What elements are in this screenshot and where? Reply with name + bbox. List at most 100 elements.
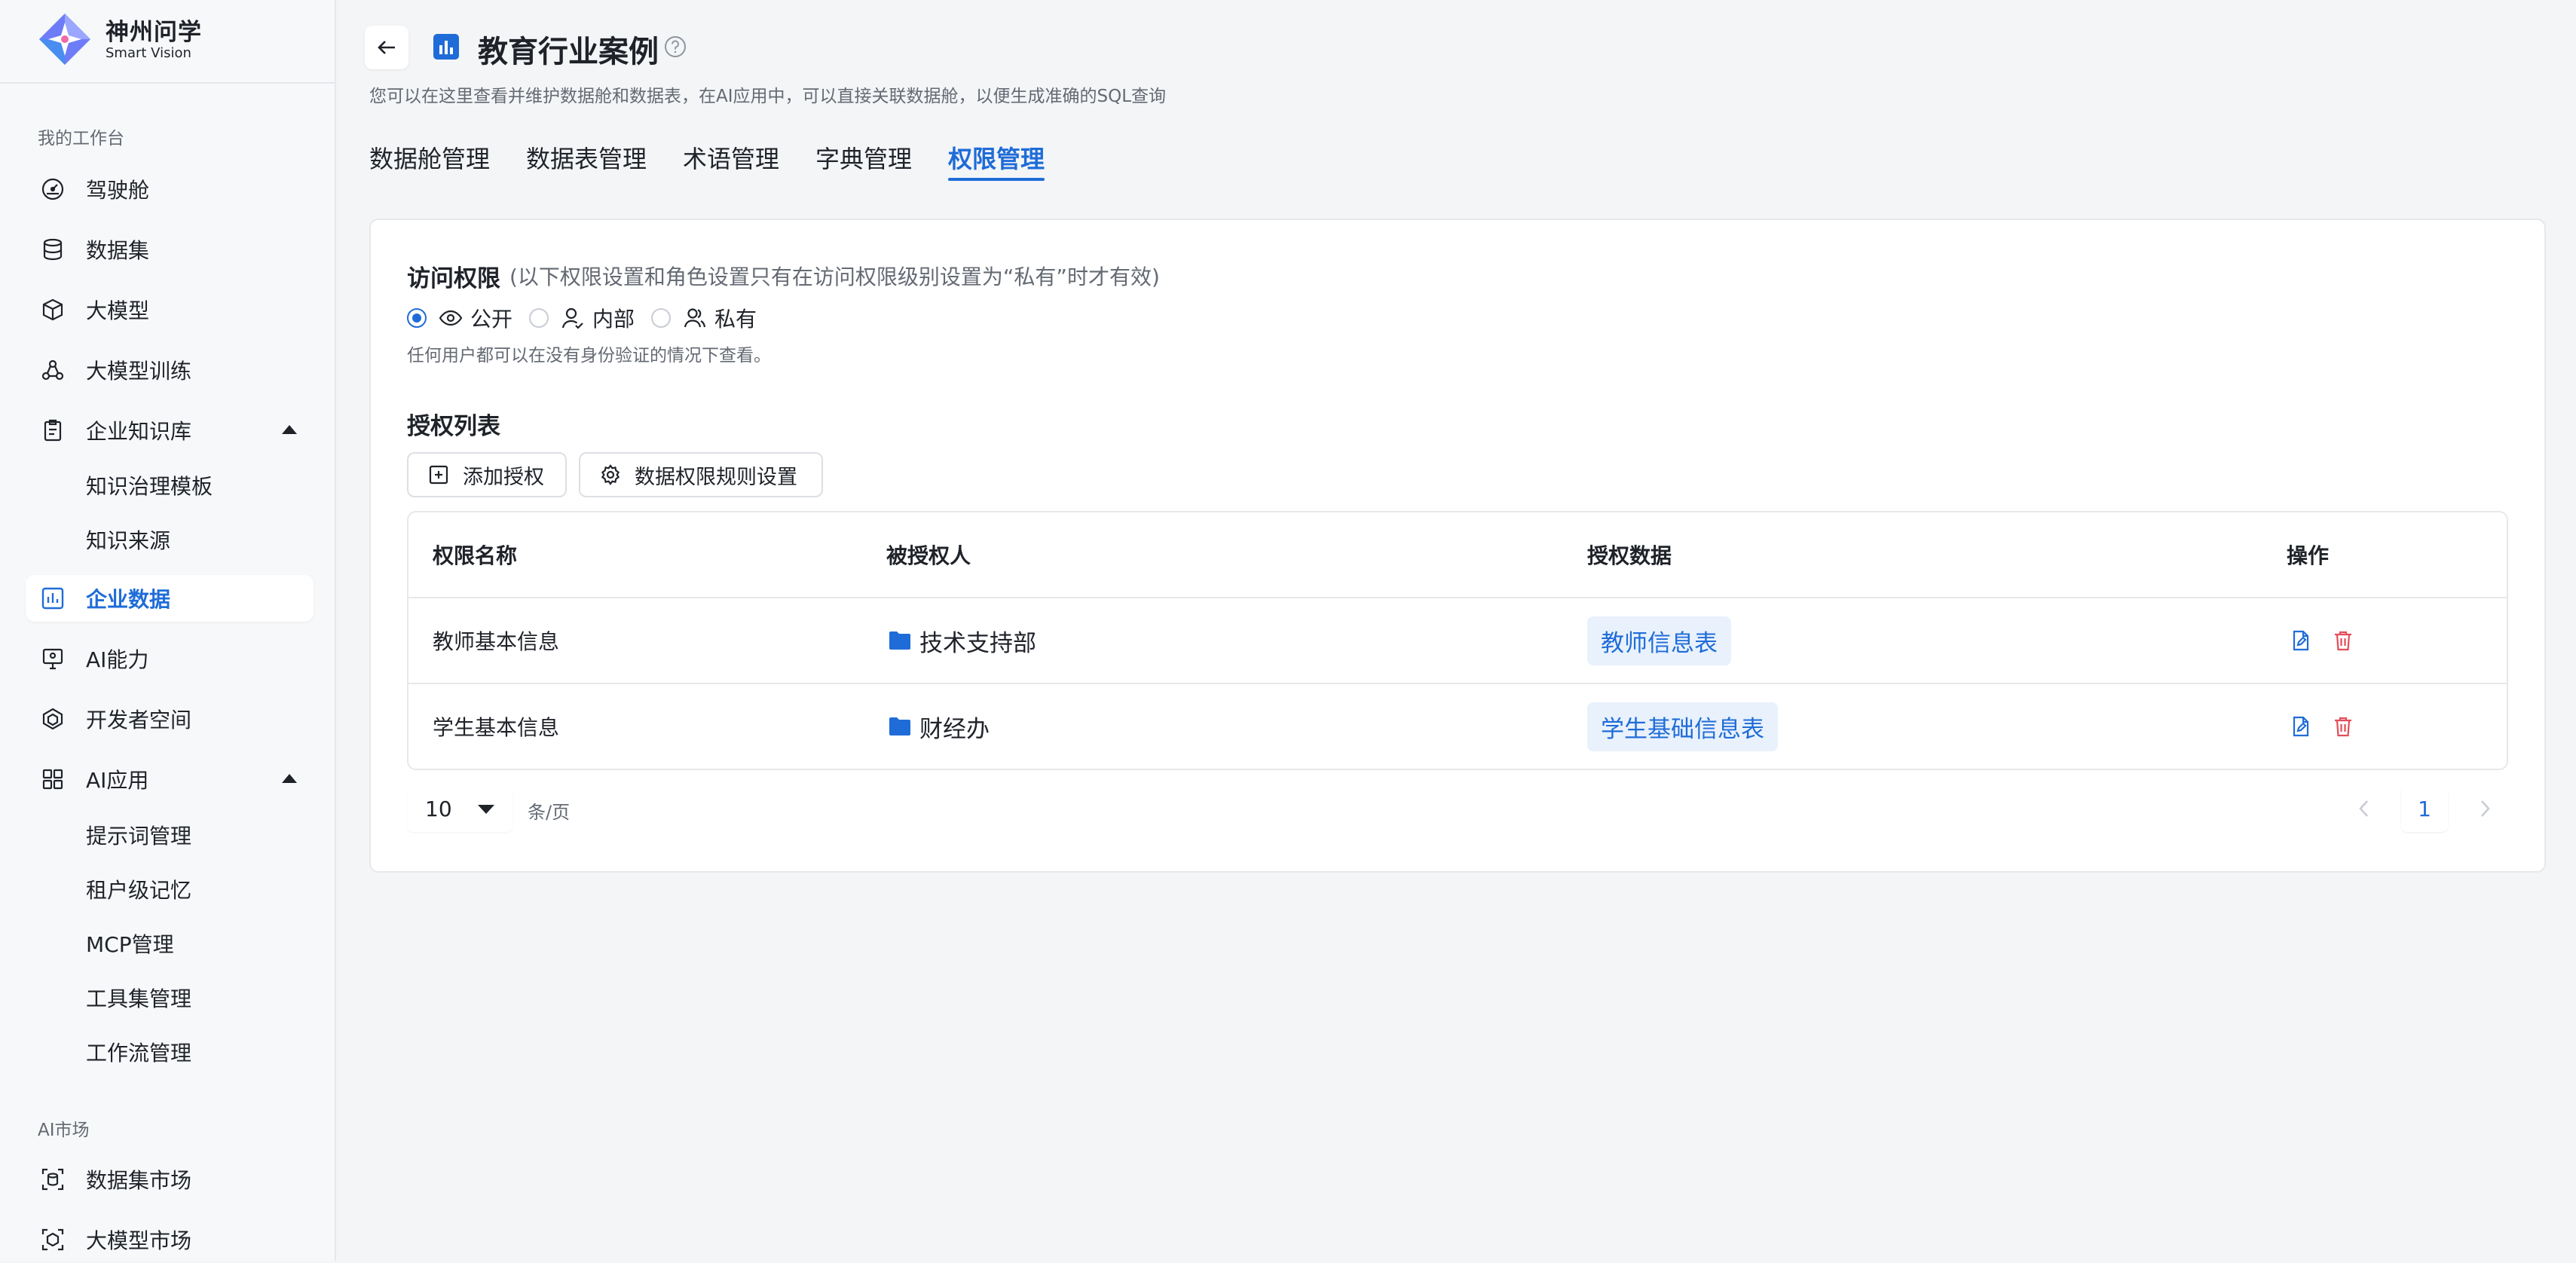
- sidebar-item-label: 大模型市场: [86, 1228, 192, 1253]
- radio-label: 内部: [592, 307, 635, 332]
- radio-button[interactable]: [407, 308, 427, 328]
- table-header-row: 权限名称 被授权人 授权数据 操作: [408, 512, 2507, 598]
- sidebar-item-knowledge-source[interactable]: 知识来源: [86, 524, 170, 555]
- arrow-left-icon: [378, 41, 395, 54]
- table-row: 教师基本信息 技术支持部 教师信息表: [408, 598, 2507, 684]
- active-tab-indicator: [948, 178, 1045, 181]
- training-icon: [41, 358, 65, 382]
- radio-button[interactable]: [529, 308, 549, 328]
- page-size-select[interactable]: 10: [407, 785, 512, 832]
- sidebar-item-model-market[interactable]: 大模型市场: [26, 1216, 314, 1263]
- auth-data-cell: 教师信息表: [1587, 598, 1731, 683]
- sidebar-item-datasets[interactable]: 数据集: [26, 226, 314, 273]
- actions-cell: [2290, 684, 2374, 769]
- button-label: 添加授权: [463, 465, 544, 489]
- add-authorization-button[interactable]: 添加授权: [407, 452, 567, 497]
- auth-data-tag[interactable]: 学生基础信息表: [1587, 702, 1778, 751]
- tab-data-table[interactable]: 数据表管理: [526, 140, 647, 175]
- chevron-left-icon[interactable]: [2353, 796, 2376, 821]
- bar-chart-icon: [433, 33, 460, 60]
- page-subtitle: 您可以在这里查看并维护数据舱和数据表，在AI应用中，可以直接关联数据舱，以便生成…: [369, 87, 1167, 106]
- sidebar-item-tenant-memory[interactable]: 租户级记忆: [86, 874, 191, 904]
- monitor-icon: [41, 647, 65, 671]
- access-hint: 任何用户都可以在没有身份验证的情况下查看。: [407, 346, 771, 365]
- sidebar-item-developer-space[interactable]: 开发者空间: [26, 696, 314, 742]
- gear-icon: [600, 464, 621, 485]
- hexagon-icon: [41, 707, 65, 731]
- radio-button[interactable]: [651, 308, 672, 328]
- sidebar-item-prompt-mgmt[interactable]: 提示词管理: [86, 820, 191, 850]
- sidebar-item-model-training[interactable]: 大模型训练: [26, 347, 314, 393]
- chevron-up-icon[interactable]: [282, 425, 297, 434]
- sidebar: 神州问学 Smart Vision 我的工作台 驾驶舱 数据集 大模型 大模型训…: [0, 0, 336, 1261]
- grantee-name: 财经办: [919, 715, 990, 743]
- permission-name: 教师基本信息: [433, 629, 560, 654]
- sidebar-item-enterprise-data[interactable]: 企业数据: [26, 575, 314, 622]
- workbench-section-title: 我的工作台: [38, 129, 124, 148]
- sidebar-item-dataset-market[interactable]: 数据集市场: [26, 1156, 314, 1203]
- brand-name-en: Smart Vision: [106, 44, 191, 61]
- permission-name: 学生基本信息: [433, 715, 560, 740]
- tab-dictionary[interactable]: 字典管理: [815, 140, 912, 175]
- radio-label: 私有: [714, 307, 757, 332]
- edit-icon[interactable]: [2290, 715, 2312, 738]
- auth-data-tag[interactable]: 教师信息表: [1587, 616, 1731, 665]
- sidebar-item-knowledge-base[interactable]: 企业知识库: [26, 407, 314, 454]
- model-market-icon: [41, 1228, 65, 1252]
- edit-icon[interactable]: [2290, 629, 2312, 652]
- sidebar-item-ai-ability[interactable]: AI能力: [26, 635, 314, 682]
- auth-list-title: 授权列表: [407, 413, 500, 440]
- grantee-cell: 财经办: [888, 684, 990, 769]
- back-button[interactable]: [365, 26, 408, 69]
- sidebar-item-label: AI能力: [86, 647, 149, 672]
- radio-public[interactable]: 公开: [407, 303, 512, 333]
- sidebar-item-label: 数据集市场: [86, 1168, 192, 1193]
- sidebar-item-label: AI应用: [86, 768, 149, 793]
- plus-square-icon: [428, 464, 449, 485]
- access-title: 访问权限: [407, 265, 500, 292]
- page-size-value: 10: [425, 796, 452, 821]
- help-icon[interactable]: [663, 35, 687, 59]
- sidebar-item-label: 数据集: [86, 238, 150, 263]
- brand-logo[interactable]: 神州问学 Smart Vision: [36, 9, 202, 72]
- tab-terms[interactable]: 术语管理: [683, 140, 779, 175]
- data-permission-rules-button[interactable]: 数据权限规则设置: [579, 452, 823, 497]
- sidebar-item-label: 大模型: [86, 298, 150, 323]
- bar-chart-icon: [41, 586, 65, 610]
- sidebar-item-label: 企业数据: [86, 587, 171, 612]
- chevron-up-icon[interactable]: [282, 774, 297, 783]
- delete-icon[interactable]: [2332, 715, 2354, 738]
- radio-private[interactable]: 私有: [651, 303, 757, 333]
- column-header-actions: 操作: [2287, 543, 2330, 568]
- sidebar-item-label: 大模型训练: [86, 359, 192, 384]
- sidebar-item-label: 开发者空间: [86, 708, 192, 732]
- sidebar-item-workflow-mgmt[interactable]: 工作流管理: [86, 1037, 191, 1067]
- users-icon: [683, 306, 707, 330]
- actions-cell: [2290, 598, 2374, 683]
- sidebar-item-models[interactable]: 大模型: [26, 286, 314, 333]
- clipboard-icon: [41, 418, 65, 442]
- access-note: (以下权限设置和角色设置只有在访问权限级别设置为“私有”时才有效): [509, 265, 1160, 289]
- sidebar-item-toolset-mgmt[interactable]: 工具集管理: [86, 983, 191, 1013]
- column-header-auth-data: 授权数据: [1587, 543, 1672, 568]
- page-number-current[interactable]: 1: [2401, 785, 2448, 832]
- page-title: 教育行业案例: [478, 35, 659, 69]
- dataset-market-icon: [41, 1167, 65, 1191]
- sidebar-item-knowledge-template[interactable]: 知识治理模板: [86, 470, 213, 500]
- market-section-title: AI市场: [38, 1121, 90, 1140]
- authorization-table: 权限名称 被授权人 授权数据 操作 教师基本信息 技术支持部 教师信息表 学生基…: [407, 511, 2508, 770]
- user-icon: [561, 306, 585, 330]
- tab-data-cabin[interactable]: 数据舱管理: [369, 140, 490, 175]
- radio-internal[interactable]: 内部: [529, 303, 635, 333]
- grid-icon: [41, 767, 65, 791]
- delete-icon[interactable]: [2332, 629, 2354, 652]
- tab-permissions[interactable]: 权限管理: [948, 140, 1045, 175]
- chevron-right-icon[interactable]: [2474, 796, 2496, 821]
- folder-icon: [888, 716, 912, 737]
- button-label: 数据权限规则设置: [635, 465, 797, 489]
- sidebar-item-cockpit[interactable]: 驾驶舱: [26, 166, 314, 213]
- sidebar-item-mcp-mgmt[interactable]: MCP管理: [86, 928, 174, 959]
- cube-icon: [41, 298, 65, 322]
- sidebar-item-label: 驾驶舱: [86, 178, 150, 203]
- sidebar-item-ai-apps[interactable]: AI应用: [26, 756, 314, 803]
